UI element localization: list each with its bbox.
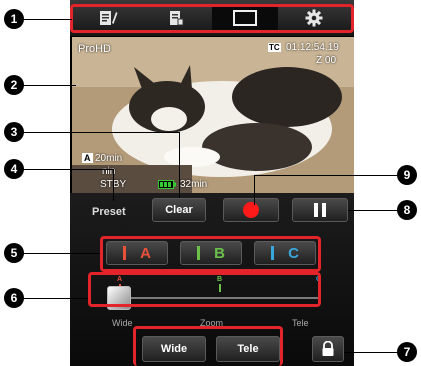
- callout-8: 8: [397, 200, 417, 220]
- zoom-wide-label: Wide: [112, 318, 133, 328]
- callout-3-leader-vertical: [179, 132, 180, 198]
- camera-preview: ProHD TC 01:12:54.19 Z 00 A 20min nin ST…: [72, 37, 354, 193]
- callout-1: 1: [4, 9, 24, 29]
- callout-7-leader: [344, 352, 402, 353]
- zoom-buttons-highlight: [133, 326, 283, 366]
- slot-a-badge: A: [82, 153, 93, 163]
- zoom-slider-highlight: [88, 272, 321, 307]
- callout-5: 5: [4, 243, 24, 263]
- callout-4: 4: [4, 159, 24, 179]
- callout-1-leader: [20, 19, 72, 20]
- timecode: 01:12:54.19: [286, 42, 339, 53]
- callout-5-leader: [20, 253, 100, 254]
- pause-button[interactable]: [292, 198, 348, 222]
- slot-a-remaining: 20min: [95, 153, 123, 164]
- preset-buttons-highlight: [100, 236, 321, 272]
- format-label: ProHD: [78, 43, 112, 55]
- preset-button[interactable]: Preset: [92, 206, 126, 218]
- callout-4-leader-vertical: [113, 169, 114, 201]
- callout-8-leader: [348, 210, 402, 211]
- callout-3-leader: [20, 132, 180, 133]
- callout-3: 3: [4, 122, 24, 142]
- tab-bar-highlight: [70, 4, 354, 33]
- battery-icon: [158, 180, 176, 189]
- callout-4-leader: [20, 169, 114, 170]
- callout-9-leader: [254, 175, 402, 176]
- pause-icon: [314, 203, 326, 217]
- callout-6: 6: [4, 288, 24, 308]
- callout-2-leader: [20, 85, 76, 86]
- tc-badge: TC: [268, 43, 281, 52]
- zoom-value: Z 00: [316, 55, 337, 66]
- battery-remaining: 32min: [180, 179, 208, 190]
- zoom-tele-label: Tele: [292, 318, 309, 328]
- clear-button[interactable]: Clear: [152, 198, 206, 222]
- callout-9: 9: [397, 165, 417, 185]
- callout-6-leader: [20, 298, 88, 299]
- callout-9-leader-vertical: [254, 175, 255, 205]
- lock-icon: [322, 341, 334, 356]
- record-icon: [243, 202, 259, 218]
- callout-7: 7: [397, 342, 417, 362]
- callout-2: 2: [4, 75, 24, 95]
- record-button[interactable]: [223, 198, 279, 222]
- lock-button[interactable]: [312, 336, 344, 362]
